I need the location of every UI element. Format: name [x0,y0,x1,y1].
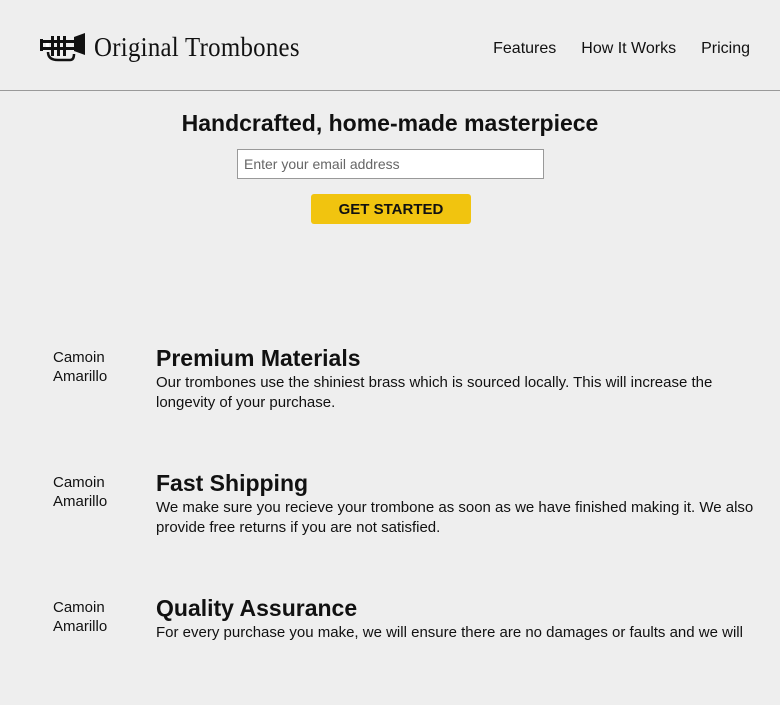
email-input[interactable] [237,149,544,179]
feature-title: Premium Materials [156,345,361,371]
nav-link-how-it-works[interactable]: How It Works [581,40,676,58]
feature-title: Fast Shipping [156,470,309,496]
nav-link-pricing[interactable]: Pricing [701,40,750,58]
logo[interactable]: Original Trombones [40,30,318,64]
feature-description: For every purchase you make, we will ens… [156,624,743,641]
hero-section: Handcrafted, home-made masterpiece [0,110,780,137]
hero-title: Handcrafted, home-made masterpiece [181,110,599,136]
feature-item: Camoin Amarillo Premium Materials Our tr… [0,345,780,455]
main-nav: Features How It Works Pricing [493,40,750,58]
feature-description: Our trombones use the shiniest brass whi… [156,374,713,411]
feature-item: Camoin Amarillo Fast Shipping We make su… [0,470,780,580]
page-header: Original Trombones Features How It Works… [0,0,780,91]
feature-image: Camoin Amarillo [53,474,108,510]
brand-name: Original Trombones [94,31,300,62]
feature-image: Camoin Amarillo [53,349,108,385]
feature-item: Camoin Amarillo Quality Assurance For ev… [0,595,780,705]
nav-link-features[interactable]: Features [493,40,556,58]
feature-image: Camoin Amarillo [53,599,108,635]
trombone-icon [40,32,86,62]
get-started-button[interactable]: GET STARTED [311,194,471,224]
feature-description: We make sure you recieve your trombone a… [156,499,754,536]
feature-title: Quality Assurance [156,595,358,621]
